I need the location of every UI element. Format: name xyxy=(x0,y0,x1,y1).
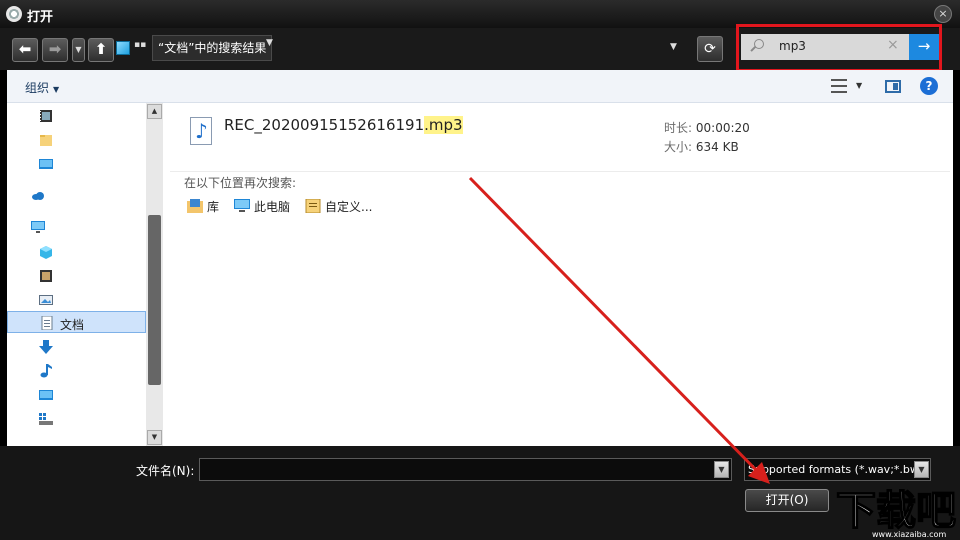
sidebar-item-music[interactable] xyxy=(7,360,146,382)
size-value: 634 KB xyxy=(695,140,739,154)
documents-icon xyxy=(41,316,53,330)
view-options-icon[interactable] xyxy=(831,79,847,93)
organize-menu[interactable]: 组织 ▼ xyxy=(25,79,59,96)
desktop-icon xyxy=(39,390,53,400)
chevron-down-icon: ▼ xyxy=(53,85,60,94)
sidebar-item-videos[interactable] xyxy=(7,265,146,287)
folder-icon xyxy=(40,135,52,146)
computer-icon xyxy=(234,199,250,212)
search-again-label: 在以下位置再次搜索: xyxy=(184,176,297,190)
svg-text:www.xiazaiba.com: www.xiazaiba.com xyxy=(872,530,946,539)
results-divider xyxy=(170,171,950,172)
window-title: 打开 xyxy=(27,10,54,25)
desktop-icon xyxy=(39,159,53,169)
size-label: 大小: xyxy=(664,140,693,154)
sidebar-item-folder[interactable] xyxy=(7,129,146,151)
sidebar-item-local-disk[interactable] xyxy=(7,408,146,430)
site-watermark-logo: 下载吧 www.xiazaiba.com xyxy=(835,487,957,539)
search-value: mp3 xyxy=(779,39,806,53)
sidebar-item-label: 文档 xyxy=(60,318,85,332)
search-icon xyxy=(754,39,764,49)
file-name-input[interactable] xyxy=(199,458,732,481)
file-name-label: 文件名(N): xyxy=(136,464,195,478)
close-button[interactable]: × xyxy=(934,5,952,23)
breadcrumb[interactable]: “文档”中的搜索结果 xyxy=(152,35,273,61)
pictures-icon xyxy=(39,295,53,305)
app-icon xyxy=(6,6,22,22)
location-label: 此电脑 xyxy=(254,200,291,214)
back-button[interactable]: ⬅ xyxy=(12,38,38,62)
location-label: 库 xyxy=(207,200,220,214)
computer-icon xyxy=(31,221,45,233)
refresh-button[interactable]: ⟳ xyxy=(697,36,723,62)
sidebar-item-desktop[interactable] xyxy=(7,153,146,175)
sidebar-item-pictures[interactable] xyxy=(7,289,146,311)
file-duration: 时长: 00:00:20 xyxy=(664,119,750,136)
sidebar-scrollbar[interactable]: ▲ ▼ xyxy=(146,103,163,446)
bottom-panel: 文件名(N): ▼ Supported formats (*.wav;*.bwf… xyxy=(0,446,960,540)
duration-label: 时长: xyxy=(664,121,693,135)
video-icon xyxy=(40,110,52,122)
clear-search-icon[interactable]: × xyxy=(887,37,899,53)
svg-text:下载吧: 下载吧 xyxy=(836,488,956,534)
scroll-down-button[interactable]: ▼ xyxy=(147,430,162,445)
file-type-dropdown-icon[interactable]: ▼ xyxy=(914,461,929,478)
breadcrumb-dropdown-icon[interactable]: ▼ xyxy=(266,38,273,48)
library-icon xyxy=(187,199,203,213)
preview-pane-icon[interactable] xyxy=(885,80,901,93)
help-icon[interactable]: ? xyxy=(920,77,938,95)
location-icon xyxy=(116,41,130,55)
sidebar-item-3d-objects[interactable] xyxy=(7,241,146,263)
organize-label: 组织 xyxy=(25,81,50,95)
navigation-pane: 文档 xyxy=(7,103,146,446)
open-button[interactable]: 打开(O) xyxy=(745,489,829,512)
file-name-extension: .mp3 xyxy=(424,116,463,134)
up-button[interactable]: ⬆ xyxy=(88,38,114,62)
file-type-filter[interactable]: Supported formats (*.wav;*.bwf xyxy=(744,458,931,481)
sidebar-item-this-pc[interactable] xyxy=(7,216,146,238)
scrollbar-thumb[interactable] xyxy=(148,215,161,385)
location-label: 自定义... xyxy=(325,200,373,214)
file-name[interactable]: REC_20200915152616191.mp3 xyxy=(224,116,463,134)
file-size: 大小: 634 KB xyxy=(664,138,739,155)
3d-objects-icon xyxy=(40,246,52,259)
address-dropdown-icon[interactable]: ▼ xyxy=(670,42,677,52)
file-name-base: REC_20200915152616191 xyxy=(224,116,425,134)
drive-icon xyxy=(39,413,53,425)
video-icon xyxy=(40,270,52,282)
recent-locations-dropdown[interactable]: ▼ xyxy=(72,38,85,62)
sidebar-item-desktop-2[interactable] xyxy=(7,384,146,406)
download-icon xyxy=(39,340,53,354)
sidebar-item-downloads[interactable] xyxy=(7,336,146,358)
breadcrumb-overflow[interactable]: ▪▪ xyxy=(134,40,146,50)
duration-value: 00:00:20 xyxy=(695,121,750,135)
audio-file-icon[interactable] xyxy=(190,117,212,145)
custom-icon xyxy=(305,199,321,213)
forward-button[interactable]: ➡ xyxy=(42,38,68,62)
sidebar-item-onedrive[interactable] xyxy=(7,185,146,207)
scroll-up-button[interactable]: ▲ xyxy=(147,104,162,119)
music-icon xyxy=(40,364,52,378)
search-results-pane: REC_20200915152616191.mp3 时长: 00:00:20 大… xyxy=(163,103,953,446)
file-name-dropdown-icon[interactable]: ▼ xyxy=(714,461,729,478)
chevron-down-icon[interactable]: ▼ xyxy=(856,81,862,90)
search-input[interactable]: mp3 × xyxy=(741,34,909,60)
command-toolbar: 组织 ▼ ▼ ? xyxy=(7,70,953,103)
search-go-button[interactable]: → xyxy=(909,34,939,60)
sidebar-item-documents[interactable]: 文档 xyxy=(7,311,146,333)
cloud-icon xyxy=(32,192,44,200)
sidebar-item-video[interactable] xyxy=(7,105,146,127)
